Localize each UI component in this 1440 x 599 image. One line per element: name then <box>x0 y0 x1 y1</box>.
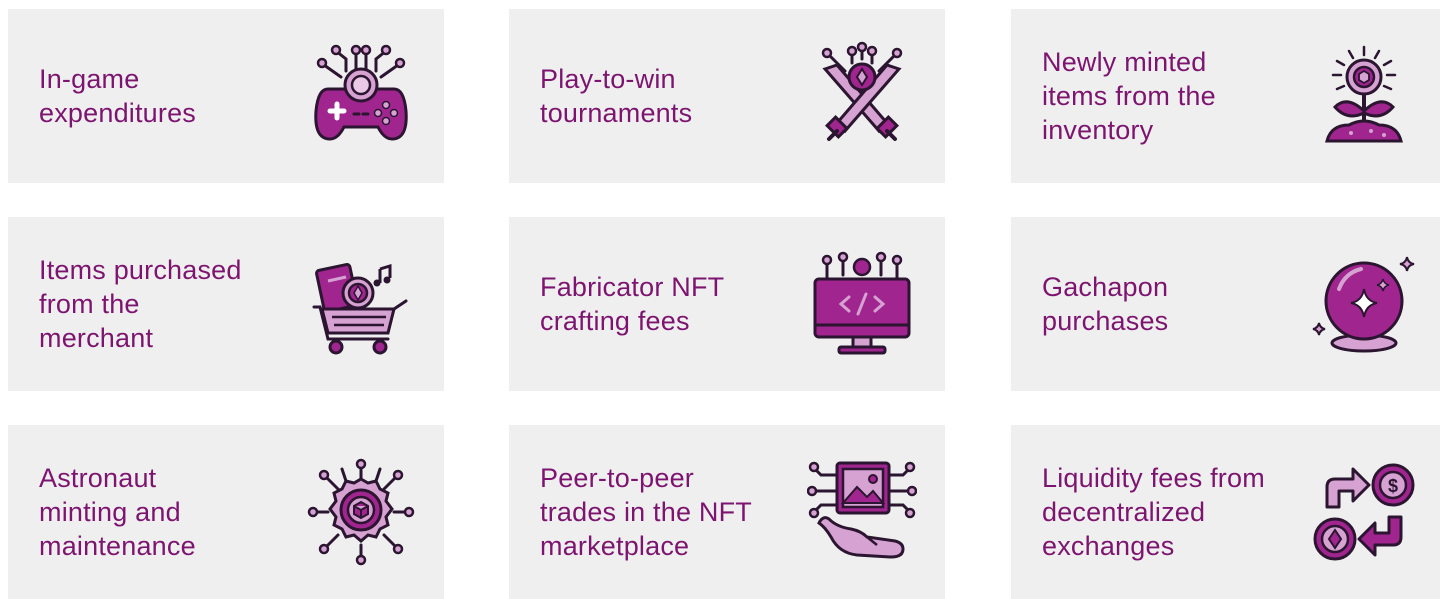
hand-image-icon <box>807 457 917 567</box>
gamepad-icon <box>306 41 416 151</box>
card-items-purchased-merchant: Items purchased from the merchant <box>8 217 444 391</box>
card-label: In-game expenditures <box>39 64 197 128</box>
sprouting-coin-icon <box>1309 41 1419 151</box>
revenue-sources-grid: In-game expenditures Play-to-win tournam… <box>0 0 1440 599</box>
card-label: Astronaut minting and maintenance <box>39 463 196 561</box>
card-label: Items purchased from the merchant <box>39 255 242 353</box>
card-label: Gachapon purchases <box>1042 272 1169 336</box>
shopping-cart-icon <box>306 249 416 359</box>
code-monitor-icon <box>807 249 917 359</box>
card-label: Play-to-win tournaments <box>540 64 693 128</box>
coin-exchange-icon: $ <box>1309 457 1419 567</box>
card-newly-minted-items: Newly minted items from the inventory <box>1011 9 1440 183</box>
card-label: Liquidity fees from decentralized exchan… <box>1042 463 1265 561</box>
card-gachapon-purchases: Gachapon purchases <box>1011 217 1440 391</box>
card-play-to-win-tournaments: Play-to-win tournaments <box>509 9 945 183</box>
card-liquidity-fees: Liquidity fees from decentralized exchan… <box>1011 425 1440 599</box>
card-fabricator-nft-crafting: Fabricator NFT crafting fees <box>509 217 945 391</box>
card-label: Fabricator NFT crafting fees <box>540 272 725 336</box>
card-label: Peer-to-peer trades in the NFT marketpla… <box>540 463 752 561</box>
svg-text:$: $ <box>1388 476 1398 496</box>
crossed-swords-icon <box>807 41 917 151</box>
crystal-ball-icon <box>1309 249 1419 359</box>
card-in-game-expenditures: In-game expenditures <box>8 9 444 183</box>
gear-cube-icon <box>306 457 416 567</box>
card-peer-to-peer-trades: Peer-to-peer trades in the NFT marketpla… <box>509 425 945 599</box>
card-label: Newly minted items from the inventory <box>1042 47 1216 145</box>
card-astronaut-minting: Astronaut minting and maintenance <box>8 425 444 599</box>
